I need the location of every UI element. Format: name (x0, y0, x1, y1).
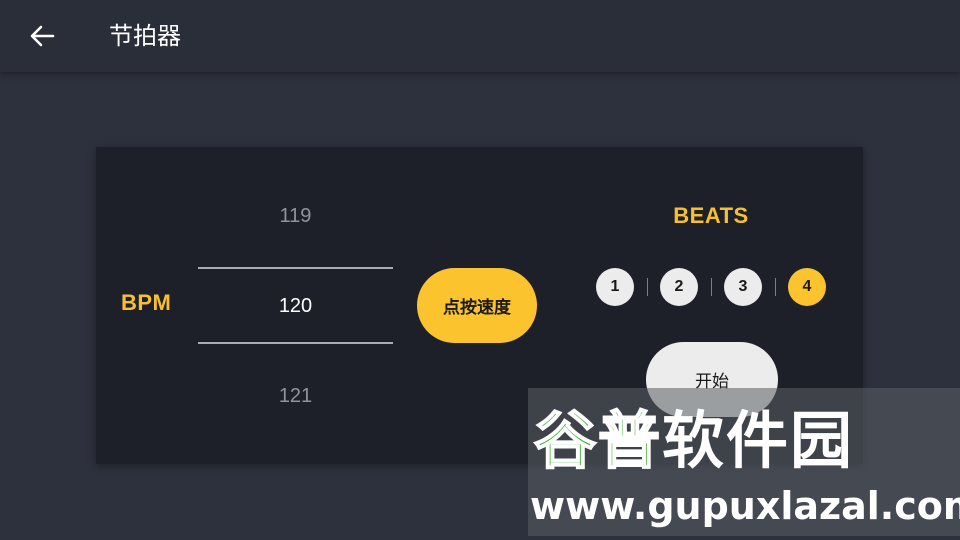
bpm-label: BPM (121, 290, 172, 315)
bpm-next-value[interactable]: 121 (198, 385, 393, 408)
beats-selector: 1 2 3 4 (596, 268, 836, 306)
watermark-url: www.gupuxlazal.com (530, 484, 960, 528)
watermark-logo-text: 谷普软件园 (533, 404, 954, 477)
watermark-logo-white: 软件园 (662, 404, 855, 477)
app-bar: 节拍器 (0, 0, 960, 72)
page-title: 节拍器 (109, 22, 181, 50)
beat-option-1[interactable]: 1 (596, 268, 634, 306)
beats-label: BEATS (673, 203, 749, 228)
beat-option-4[interactable]: 4 (788, 268, 826, 306)
beat-option-2[interactable]: 2 (660, 268, 698, 306)
tap-tempo-button[interactable]: 点按速度 (417, 268, 537, 343)
bpm-current-value[interactable]: 120 (198, 295, 393, 318)
arrow-left-icon (30, 25, 55, 47)
beat-separator (711, 278, 712, 296)
watermark-logo-green: 谷普 (533, 404, 663, 477)
bpm-prev-value[interactable]: 119 (198, 205, 393, 228)
beat-option-3[interactable]: 3 (724, 268, 762, 306)
picker-divider-bottom (198, 342, 393, 344)
bpm-picker[interactable]: 119 120 121 (198, 187, 393, 427)
beat-separator (775, 278, 776, 296)
beat-separator (647, 278, 648, 296)
picker-divider-top (198, 267, 393, 269)
back-button[interactable] (22, 18, 62, 54)
watermark: 谷普软件园 www.gupuxlazal.com (528, 388, 960, 536)
